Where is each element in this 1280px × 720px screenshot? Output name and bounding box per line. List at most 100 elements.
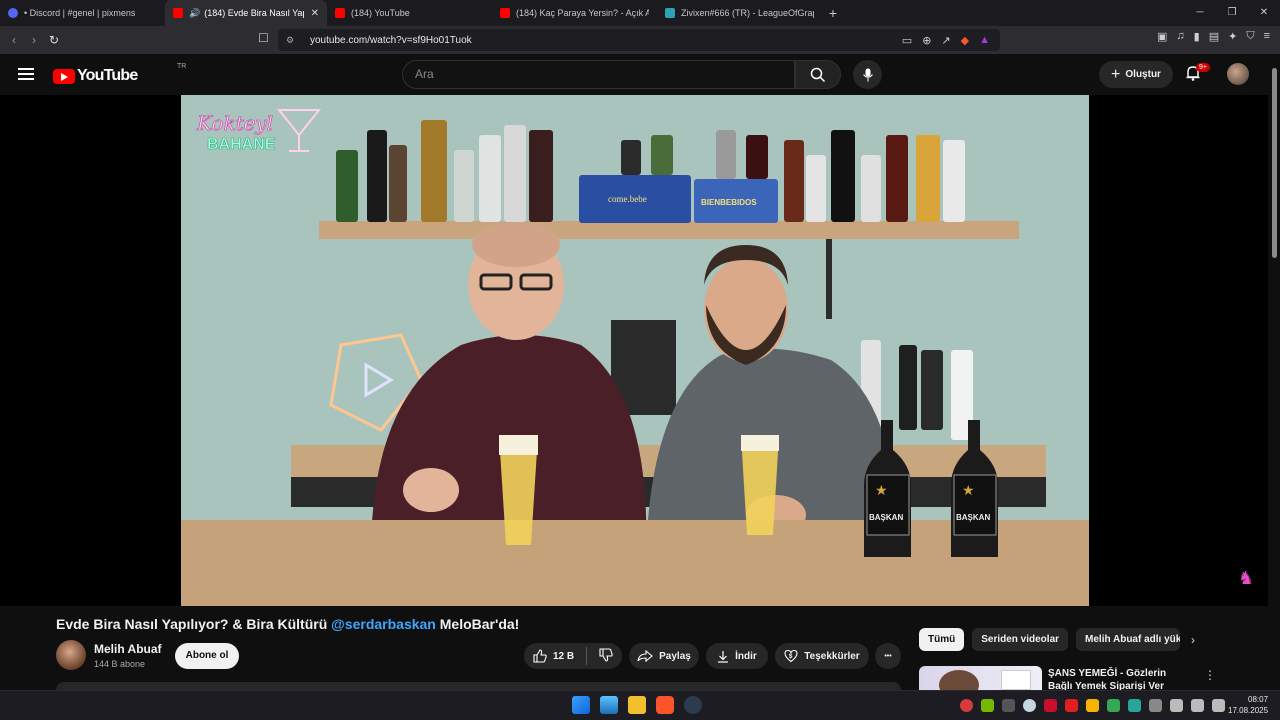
screenshot-icon[interactable]: ▣ [1157,30,1167,43]
tray-app2-icon[interactable] [1065,699,1078,712]
menu-icon[interactable]: ≡ [1264,30,1270,43]
brave-shields-icon[interactable]: ◆ [961,34,969,47]
audio-playing-icon[interactable]: 🔊 [189,8,200,19]
page-scrollbar[interactable] [1268,54,1280,690]
tray-network-icon[interactable] [1170,699,1183,712]
mention-link[interactable]: @serdarbaskan [331,616,436,632]
clock-time: 08:07 [1248,695,1269,704]
chip-channel-uploads[interactable]: Melih Abuaf adlı yükle [1076,628,1181,651]
window-controls: ─ ❐ ✕ [1184,0,1280,26]
brave-rewards-icon[interactable]: ▲ [979,34,990,46]
channel-name[interactable]: Melih Abuaf [94,642,162,656]
like-dislike-group: 12 B [524,643,622,669]
channel-avatar[interactable] [56,640,86,670]
svg-text:BAHANE: BAHANE [207,136,276,153]
tray-volume-icon[interactable] [1191,699,1204,712]
tray-app4-icon[interactable] [1107,699,1120,712]
mascot-icon[interactable]: ♞ [1238,568,1254,592]
tray-mic-icon[interactable] [1149,699,1162,712]
cast-icon[interactable]: ▭ [902,34,912,47]
download-icon [718,650,729,663]
tray-chevron-icon[interactable] [1002,699,1015,712]
scrollbar-thumb[interactable] [1272,68,1277,258]
bookmark-icon[interactable]: ☐ [258,31,269,45]
media-icon[interactable]: ♫ [1176,30,1184,43]
dislike-button[interactable] [599,647,613,665]
video-frame: come.bebe BIENBEBIDOS ★ BAŞKAN ★ BAŞKAN … [181,95,1089,606]
search-icon [810,67,826,82]
like-button[interactable]: 12 B [533,649,574,663]
tray-antivirus-icon[interactable] [1044,699,1057,712]
chip-all[interactable]: Tümü [919,628,965,651]
vpn-icon[interactable]: ⛉ [1246,30,1254,43]
account-avatar[interactable] [1227,63,1249,85]
recommended-video-title[interactable]: ŞANS YEMEĞİ - Gözlerin Bağlı Yemek Sipar… [1048,667,1193,690]
tray-battery-icon[interactable] [1212,699,1225,712]
address-bar[interactable]: ⚙ youtube.com/watch?v=sf9Ho01Tuok ▭ ⊕ ↗ … [278,29,1000,51]
voice-search-button[interactable] [853,60,882,89]
reload-icon[interactable]: ↻ [44,33,64,47]
photos-icon[interactable] [600,696,618,714]
tab-leagueofgraphs[interactable]: Zivixen#666 (TR) - LeagueOfGraphs [657,0,822,26]
youtube-icon [500,8,510,18]
discord-icon [8,8,18,18]
close-window-button[interactable]: ✕ [1248,0,1280,26]
description-box[interactable] [56,682,901,690]
search-input[interactable]: Ara [402,60,795,89]
search-button[interactable] [795,60,841,89]
box1-label: come.bebe [608,194,647,204]
windows-start-icon[interactable] [572,696,590,714]
create-button[interactable]: + Oluştur [1099,61,1173,88]
sidebar-icon[interactable]: ▮ [1194,30,1200,43]
subscribe-button[interactable]: Abone ol [175,643,239,669]
thumbs-up-icon [533,649,547,663]
svg-text:$: $ [789,654,793,660]
tray-app5-icon[interactable] [1128,699,1141,712]
leagueofgraphs-icon [665,8,675,18]
tray-steam-icon[interactable] [1023,699,1036,712]
bottle-label-2: BAŞKAN [956,513,990,522]
tab-youtube-home[interactable]: (184) YouTube [327,0,492,26]
download-button[interactable]: İndir [706,643,768,669]
thanks-button[interactable]: $ Teşekkürler [775,643,869,669]
divider [586,647,588,665]
tab-discord[interactable]: • Discord | #genel | pixmens [0,0,165,26]
tray-nvidia-icon[interactable] [981,699,994,712]
chip-series[interactable]: Seriden videolar [972,628,1069,651]
share-page-icon[interactable]: ↗ [941,34,950,47]
like-count: 12 B [552,650,575,662]
site-info-icon[interactable]: ⚙ [286,35,302,46]
share-button[interactable]: Paylaş [629,643,699,669]
zoom-icon[interactable]: ⊕ [922,34,931,47]
clock-date: 17.08.2025 [1228,706,1269,715]
url-text: youtube.com/watch?v=sf9Ho01Tuok [310,34,472,46]
guide-menu-icon[interactable] [18,68,34,80]
leo-ai-icon[interactable]: ✦ [1228,30,1237,43]
video-menu-icon[interactable]: ⋮ [1204,668,1216,682]
new-tab-button[interactable]: + [822,0,844,26]
tray-app-icon[interactable] [960,699,973,712]
restore-button[interactable]: ❐ [1216,0,1248,26]
more-actions-button[interactable]: ••• [875,643,901,669]
country-code: TR [177,63,187,70]
youtube-masthead: YouTube TR Ara + Oluştur 9+ [0,54,1280,95]
back-icon[interactable]: ‹ [4,33,24,47]
tab-youtube-active[interactable]: 🔊 (184) Evde Bira Nasıl Yapılıyor ✕ [165,0,327,26]
tab-youtube-auction[interactable]: (184) Kaç Paraya Yersin? - Açık Artırm [492,0,657,26]
brave-browser-icon[interactable] [656,696,674,714]
svg-text:★: ★ [875,482,888,498]
windows-taskbar: 08:07 17.08.2025 [0,690,1280,720]
forward-icon[interactable]: › [24,33,44,47]
youtube-logo[interactable]: YouTube TR [53,63,186,85]
minimize-button[interactable]: ─ [1184,0,1216,26]
video-player[interactable]: come.bebe BIENBEBIDOS ★ BAŞKAN ★ BAŞKAN … [181,95,1089,606]
system-clock[interactable]: 08:07 17.08.2025 [1228,694,1268,716]
steam-icon[interactable] [684,696,702,714]
file-explorer-icon[interactable] [628,696,646,714]
tray-app3-icon[interactable] [1086,699,1099,712]
close-tab-icon[interactable]: ✕ [305,8,319,19]
share-icon [637,650,653,662]
recommended-video-thumbnail[interactable] [919,666,1042,690]
chevron-right-icon[interactable]: › [1191,633,1195,647]
wallet-icon[interactable]: ▤ [1209,30,1219,43]
